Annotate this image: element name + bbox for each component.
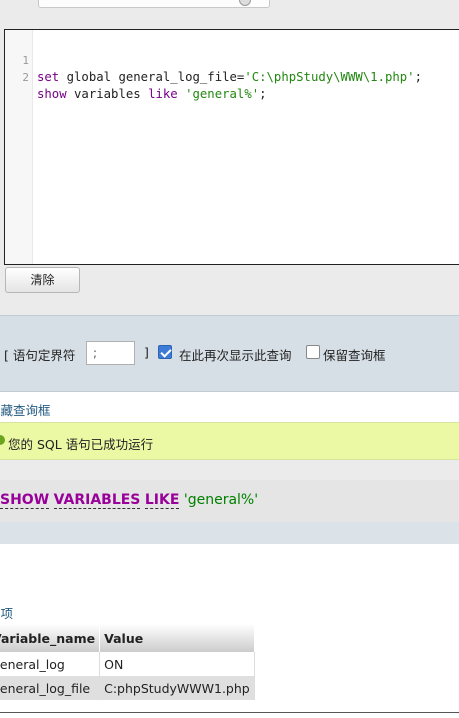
sql-token: ; [414, 70, 422, 84]
code-line-1: 1 set global general_log_file='C:\phpStu… [5, 35, 422, 84]
bottom-divider [0, 712, 459, 713]
cell-variable-name: general_log [0, 652, 101, 676]
success-message: 您的 SQL 语句已成功运行 [0, 422, 459, 460]
code-line-2: 2 show variables like 'general%'; [5, 52, 266, 101]
sql-token-string: 'general%' [185, 87, 260, 101]
partial-popup [38, 0, 270, 8]
sql-token-show: show [37, 87, 67, 101]
sql-token-like: like [148, 87, 178, 101]
delimiter-input[interactable]: ; [86, 341, 135, 365]
code-text: show variables like 'general%'; [37, 86, 267, 103]
sql-statement: SHOW VARIABLES LIKE 'general%' [0, 492, 259, 509]
sql-token-string: 'C:\phpStudy\WWW\1.php' [244, 70, 415, 84]
clear-button[interactable]: 清除 [5, 267, 80, 293]
delimiter-label: [ 语句定界符 [4, 348, 76, 363]
sql-keyword-variables[interactable]: VARIABLES [53, 492, 141, 509]
sql-string: 'general%' [183, 492, 259, 508]
delimiter-close-bracket: ] [144, 345, 149, 360]
retain-box-label[interactable]: 保留查询框 [323, 345, 386, 364]
table-row: general_log_file C:phpStudyWWW1.php [0, 676, 255, 700]
cell-variable-name: general_log_file [0, 676, 101, 700]
sql-token: variables [66, 87, 149, 101]
success-text: 您的 SQL 语句已成功运行 [8, 437, 154, 452]
success-icon [0, 435, 5, 445]
retain-box-checkbox[interactable] [306, 345, 320, 359]
query-options-bar: [ 语句定界符 ; ] 在此再次显示此查询 保留查询框 [0, 315, 459, 392]
column-header-value[interactable]: Value [99, 624, 255, 652]
table-row: general_log ON [0, 652, 255, 676]
sql-token: global general_log_file= [59, 70, 245, 84]
sql-keyword-like[interactable]: LIKE [144, 492, 180, 509]
hide-query-link[interactable]: 隐藏查询框 [0, 400, 51, 419]
sql-token: ; [259, 87, 267, 101]
show-again-checkbox[interactable] [158, 345, 172, 359]
sql-toolbar-stripe [0, 522, 459, 544]
code-text: set global general_log_file='C:\phpStudy… [37, 69, 422, 86]
executed-sql: SHOW VARIABLES LIKE 'general%' [0, 480, 459, 522]
cell-value: ON [99, 652, 255, 676]
results-table: Variable_name Value general_log ON gener… [0, 624, 255, 700]
hide-query-bar: 隐藏查询框 [0, 392, 459, 422]
cell-value: C:phpStudyWWW1.php [99, 676, 255, 700]
sql-editor[interactable]: 1 set global general_log_file='C:\phpStu… [4, 29, 459, 265]
show-again-label[interactable]: 在此再次显示此查询 [179, 345, 292, 364]
sql-keyword-show[interactable]: SHOW [0, 492, 50, 509]
options-link[interactable]: 选项 [0, 603, 13, 622]
line-number: 2 [22, 71, 29, 84]
column-header-variable-name[interactable]: Variable_name [0, 624, 101, 652]
sql-token-set: set [37, 70, 60, 84]
